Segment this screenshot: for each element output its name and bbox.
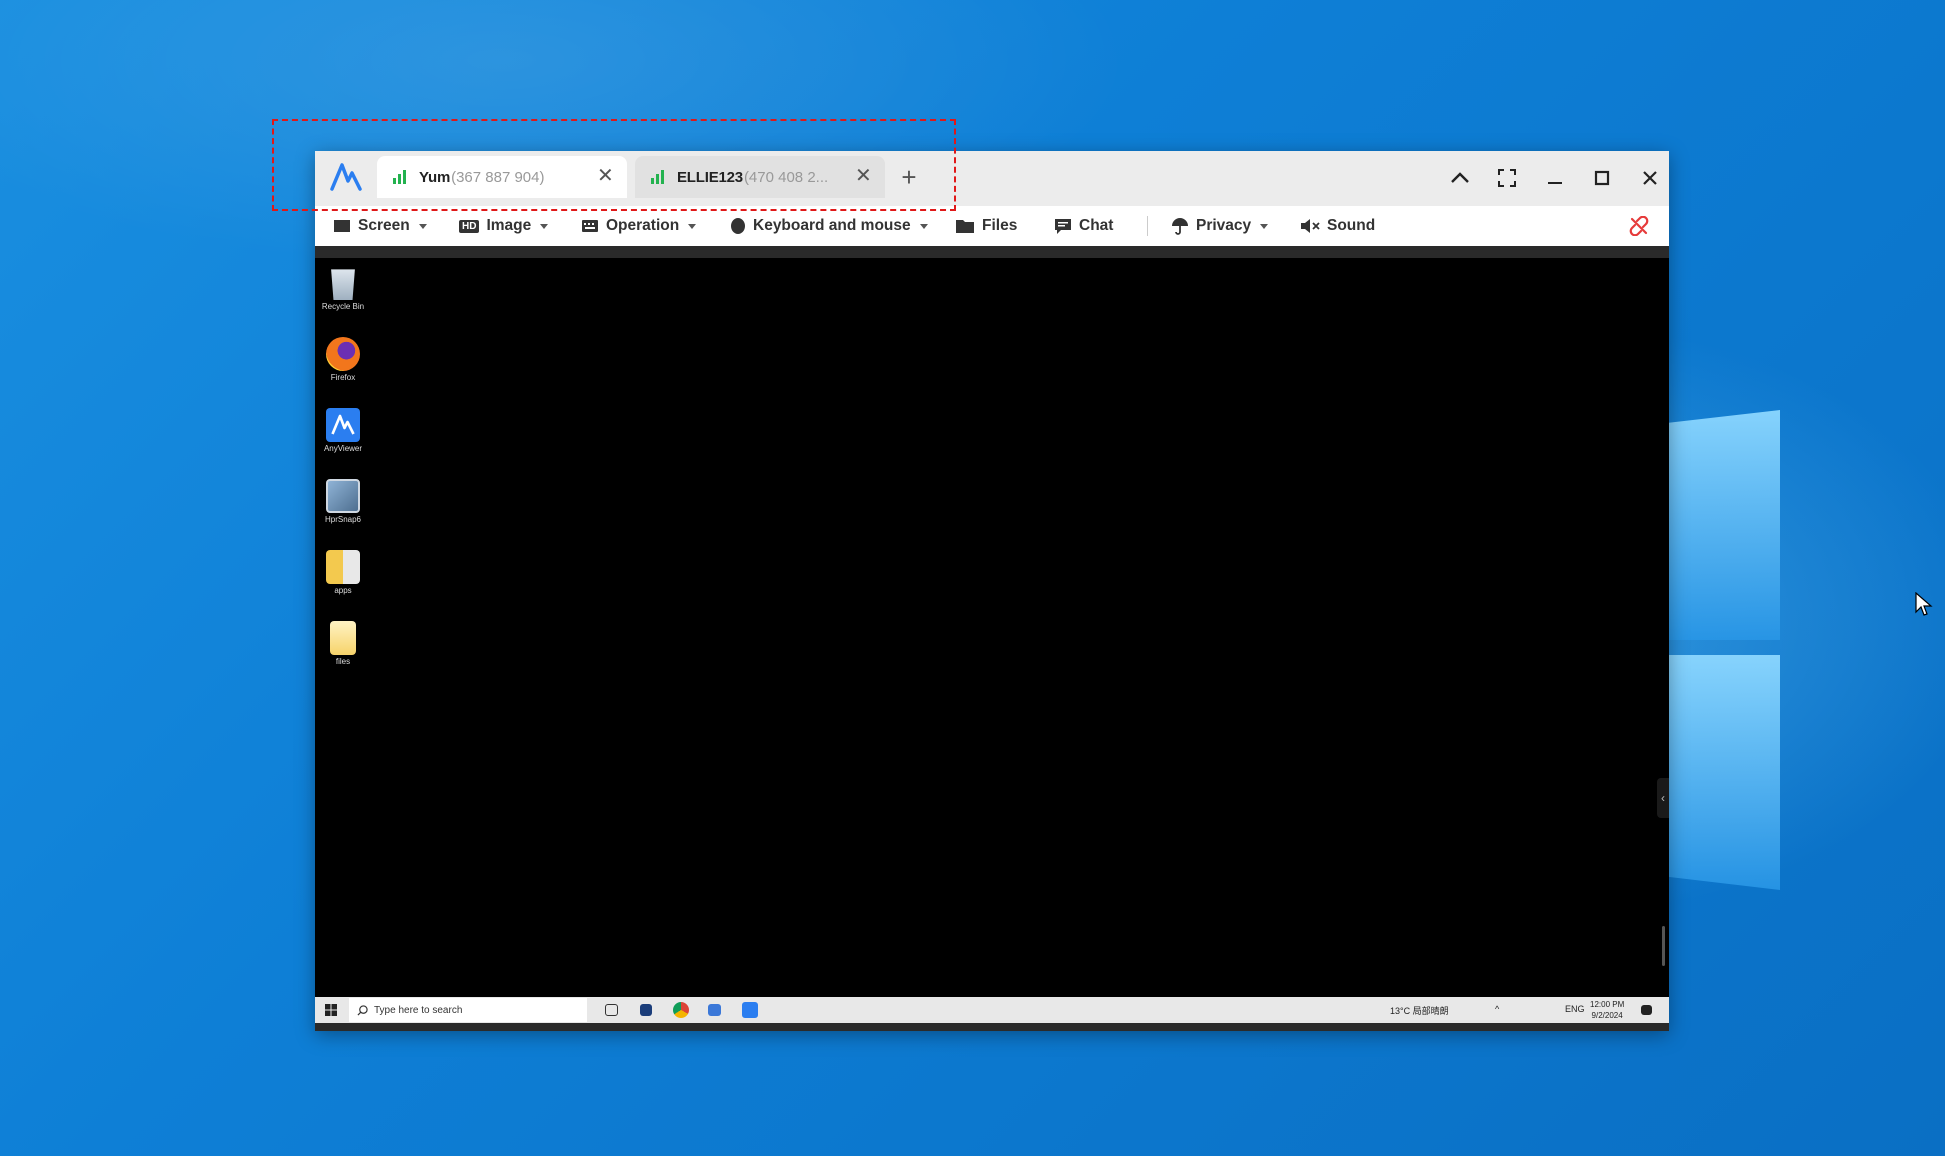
screen-icon <box>334 220 350 232</box>
hd-icon: HD <box>459 219 480 233</box>
mouse-pointer-icon <box>1915 592 1933 616</box>
files-icon <box>330 621 356 655</box>
close-icon[interactable] <box>1635 163 1665 193</box>
chat-label: Chat <box>1079 217 1114 234</box>
image-menu[interactable]: HD Image <box>459 206 549 246</box>
apps-icon <box>326 550 360 584</box>
screen-label: Screen <box>358 217 410 234</box>
desktop-icon-recycle-bin[interactable]: Recycle Bin <box>321 266 365 311</box>
keyboard-icon <box>582 220 598 232</box>
keyboard-and-mouse-menu[interactable]: Keyboard and mouse <box>730 206 928 246</box>
privacy-menu[interactable]: Privacy <box>1171 206 1269 246</box>
minimize-icon[interactable] <box>1540 163 1570 193</box>
keyboard-and-mouse-label: Keyboard and mouse <box>753 217 911 234</box>
tray-chevron-icon[interactable]: ^ <box>1495 1004 1499 1014</box>
operation-menu[interactable]: Operation <box>581 206 697 246</box>
anyviewer-window: Yum (367 887 904) ✕ ELLIE123 (470 408 2.… <box>315 151 1669 1031</box>
anyviewer-icon <box>326 408 360 442</box>
chrome-icon[interactable] <box>673 1002 689 1018</box>
chat-icon <box>1055 219 1071 234</box>
desktop-icon-label: Recycle Bin <box>321 302 365 311</box>
maximize-icon[interactable] <box>1587 163 1617 193</box>
fullscreen-icon[interactable] <box>1492 163 1522 193</box>
disconnect-icon[interactable] <box>1629 216 1649 236</box>
desktop-icon-files[interactable]: files <box>321 621 365 666</box>
privacy-label: Privacy <box>1196 217 1252 234</box>
umbrella-icon <box>1172 218 1188 235</box>
desktop-icon-firefox[interactable]: Firefox <box>321 337 365 382</box>
taskbar-app-icon[interactable] <box>708 1004 721 1016</box>
clock-time: 12:00 PM <box>1590 1000 1625 1009</box>
files-button[interactable]: Files <box>955 206 1017 246</box>
clock-date: 9/2/2024 <box>1591 1011 1623 1020</box>
desktop-icon-hprsnap6[interactable]: HprSnap6 <box>321 479 365 524</box>
desktop-icon-label: files <box>335 657 351 666</box>
files-label: Files <box>982 217 1018 234</box>
weather-temp: 13°C <box>1390 1006 1411 1016</box>
chevron-up-icon[interactable] <box>1445 163 1475 193</box>
search-icon <box>357 1004 368 1016</box>
operation-label: Operation <box>606 217 680 234</box>
sound-button[interactable]: Sound <box>1300 206 1375 246</box>
side-panel-toggle-icon[interactable]: ‹ <box>1657 778 1669 818</box>
weather-widget[interactable]: 13°C 局部晴朗 <box>1390 1004 1449 1017</box>
screen-menu[interactable]: Screen <box>333 206 427 246</box>
anyviewer-taskbar-icon[interactable] <box>742 1002 758 1018</box>
chat-button[interactable]: Chat <box>1054 206 1113 246</box>
recycle-bin-icon <box>331 269 355 300</box>
remote-screen-top-edge <box>315 246 1669 258</box>
weather-desc: 局部晴朗 <box>1412 1006 1449 1016</box>
image-label: Image <box>486 217 532 234</box>
desktop-icon-label: HprSnap6 <box>324 515 362 524</box>
remote-taskbar: Type here to search 13°C 局部晴朗 ^ ENG 12:0… <box>315 997 1669 1023</box>
firefox-icon <box>326 337 360 371</box>
desktop-icon-label: Firefox <box>330 373 356 382</box>
hypersnap-icon <box>326 479 360 513</box>
sound-label: Sound <box>1327 217 1376 234</box>
notification-icon[interactable] <box>1641 1005 1652 1015</box>
folder-icon <box>956 220 974 233</box>
sound-muted-icon <box>1301 219 1320 233</box>
desktop-icon-label: apps <box>334 586 352 595</box>
tabs-highlight-annotation <box>272 119 956 211</box>
session-toolbar: Screen HD Image Operation Keyboard and m… <box>315 206 1669 246</box>
scrollbar-thumb[interactable] <box>1662 926 1665 966</box>
mouse-icon <box>731 218 745 234</box>
toolbar-divider <box>1147 216 1148 236</box>
windows-start-icon[interactable] <box>325 1004 337 1016</box>
remote-desktop-screen[interactable]: Recycle Bin Firefox AnyViewer HprSnap6 a… <box>315 258 1669 997</box>
task-view-icon[interactable] <box>605 1004 618 1016</box>
desktop-icon-anyviewer[interactable]: AnyViewer <box>321 408 365 453</box>
taskbar-clock[interactable]: 12:00 PM 9/2/2024 <box>1590 999 1624 1021</box>
search-placeholder: Type here to search <box>374 1004 463 1016</box>
remote-screen-bottom-edge <box>315 1023 1669 1031</box>
taskbar-app-icon[interactable] <box>640 1004 652 1016</box>
desktop-icon-apps[interactable]: apps <box>321 550 365 595</box>
language-indicator[interactable]: ENG <box>1565 1004 1585 1014</box>
windows-logo-wallpaper <box>1660 410 1920 890</box>
desktop-icon-label: AnyViewer <box>323 444 363 453</box>
taskbar-search-box[interactable]: Type here to search <box>349 998 587 1022</box>
